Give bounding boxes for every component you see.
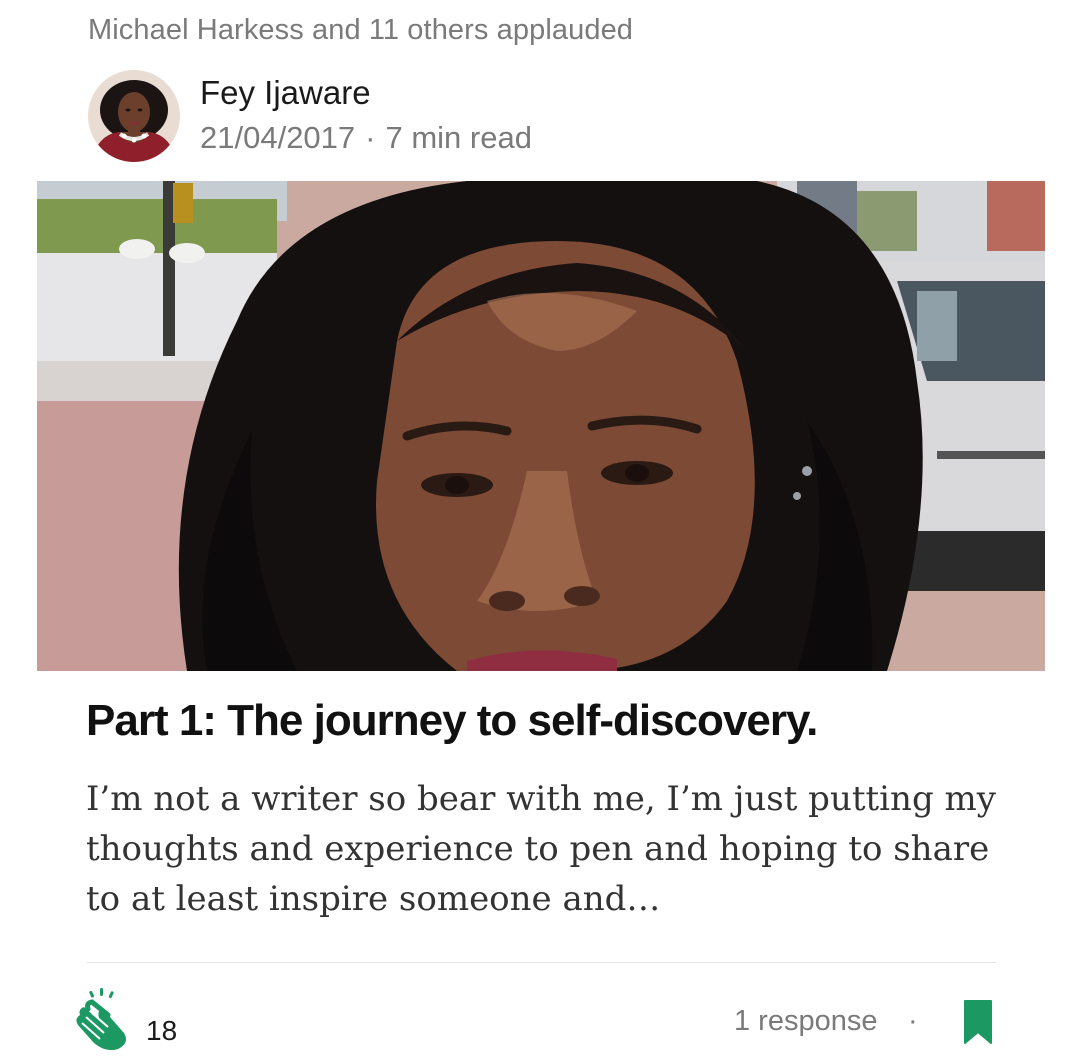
- author-name[interactable]: Fey Ijaware: [200, 74, 371, 112]
- footer-divider: [86, 962, 996, 963]
- post-meta: 21/04/2017 · 7 min read: [200, 120, 532, 156]
- post-date: 21/04/2017: [200, 120, 356, 155]
- author-avatar-image: [88, 70, 180, 162]
- bookmark-button[interactable]: [963, 999, 993, 1045]
- footer-separator: ·: [908, 1005, 918, 1037]
- bookmark-icon: [964, 1000, 992, 1044]
- clap-button[interactable]: [70, 985, 136, 1051]
- hero-image[interactable]: [37, 181, 1045, 671]
- hero-photo: [37, 181, 1045, 671]
- post-title[interactable]: Part 1: The journey to self-discovery.: [86, 696, 1046, 746]
- post-footer: 18 1 response ·: [70, 985, 1000, 1055]
- author-avatar[interactable]: [88, 70, 180, 162]
- applauded-by-text: Michael Harkess and 11 others applauded: [88, 14, 634, 46]
- post-excerpt[interactable]: I’m not a writer so bear with me, I’m ju…: [86, 774, 1006, 924]
- meta-separator: ·: [365, 120, 376, 155]
- clap-icon: [76, 988, 126, 1051]
- post-card[interactable]: Michael Harkess and 11 others applauded …: [0, 0, 1080, 1060]
- author-row: Fey Ijaware 21/04/2017 · 7 min read: [88, 70, 1038, 166]
- responses-link[interactable]: 1 response: [734, 1005, 878, 1038]
- clap-count: 18: [146, 1015, 178, 1046]
- read-time: 7 min read: [385, 120, 532, 155]
